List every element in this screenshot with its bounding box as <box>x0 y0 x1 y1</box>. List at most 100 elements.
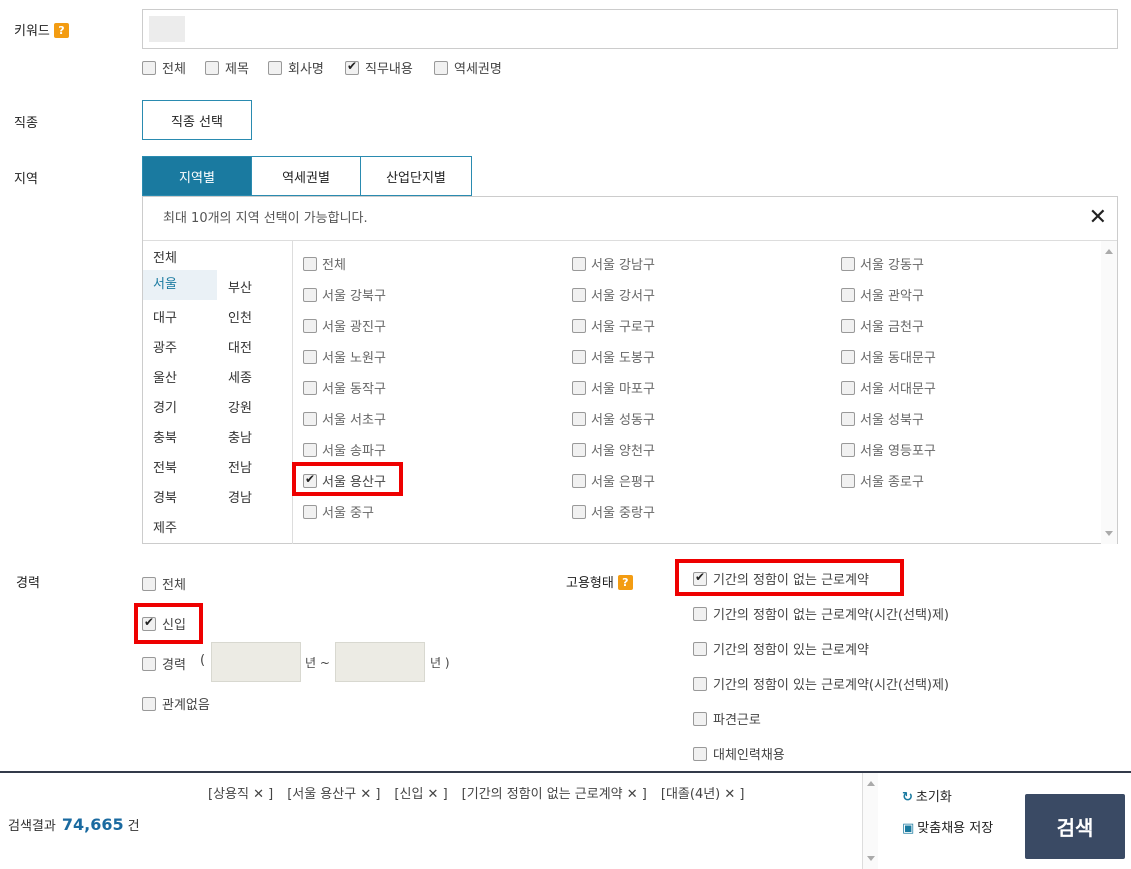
district-option[interactable]: 서울 은평구 <box>572 471 655 490</box>
scroll-down-icon[interactable] <box>867 856 875 861</box>
keyword-option[interactable]: 전체 <box>142 58 186 77</box>
checkbox[interactable] <box>841 318 855 333</box>
province-item[interactable]: 울산 <box>143 367 177 386</box>
checkbox[interactable] <box>303 504 317 519</box>
checkbox[interactable] <box>841 287 855 302</box>
scroll-down-icon[interactable] <box>1105 531 1113 536</box>
province-item[interactable]: 경북 <box>143 487 177 506</box>
close-icon[interactable]: ✕ <box>1089 205 1107 230</box>
career-option[interactable]: 전체 <box>142 574 186 593</box>
employment-option[interactable]: 대체인력채용 <box>693 744 785 763</box>
checkbox[interactable] <box>572 287 586 302</box>
tab-industrial[interactable]: 산업단지별 <box>360 156 472 196</box>
checkbox[interactable] <box>572 349 586 364</box>
district-option[interactable]: 서울 서초구 <box>303 409 386 428</box>
selected-tag[interactable]: [신입 ✕ ] <box>394 787 447 802</box>
employment-option[interactable]: 기간의 정함이 있는 근로계약(시간(선택)제) <box>693 674 949 693</box>
checkbox[interactable] <box>303 318 317 333</box>
district-option[interactable]: 서울 서대문구 <box>841 378 936 397</box>
help-icon[interactable]: ? <box>617 575 633 590</box>
career-to-input[interactable] <box>335 642 425 682</box>
selected-tag[interactable]: [기간의 정함이 없는 근로계약 ✕ ] <box>462 787 647 802</box>
province-item[interactable]: 대구 <box>143 307 177 326</box>
checkbox[interactable] <box>142 656 156 671</box>
province-item[interactable]: 강원 <box>218 397 252 416</box>
checkbox[interactable] <box>693 711 707 726</box>
province-item[interactable]: 전남 <box>218 457 252 476</box>
district-option[interactable]: 서울 강남구 <box>572 254 655 273</box>
district-option[interactable]: 서울 광진구 <box>303 316 386 335</box>
checkbox[interactable] <box>572 256 586 271</box>
province-item[interactable]: 경남 <box>218 487 252 506</box>
checkbox[interactable] <box>572 380 586 395</box>
district-option[interactable]: 서울 강북구 <box>303 285 386 304</box>
district-option[interactable]: 서울 동대문구 <box>841 347 936 366</box>
keyword-option[interactable]: 역세권명 <box>434 58 502 77</box>
district-option[interactable]: 서울 관악구 <box>841 285 924 304</box>
district-option[interactable]: 서울 구로구 <box>572 316 655 335</box>
district-option[interactable]: 서울 노원구 <box>303 347 386 366</box>
checkbox[interactable] <box>841 442 855 457</box>
district-option[interactable]: 서울 양천구 <box>572 440 655 459</box>
selected-tag[interactable]: [서울 용산구 ✕ ] <box>287 787 380 802</box>
province-item[interactable]: 서울 <box>143 270 217 300</box>
district-scrollbar[interactable] <box>1101 241 1117 544</box>
checkbox[interactable] <box>142 576 156 591</box>
tab-station[interactable]: 역세권별 <box>251 156 361 196</box>
district-option[interactable]: 서울 마포구 <box>572 378 655 397</box>
tab-region[interactable]: 지역별 <box>142 156 252 196</box>
checkbox[interactable] <box>572 318 586 333</box>
province-item[interactable]: 광주 <box>143 337 177 356</box>
checkbox[interactable] <box>268 60 282 75</box>
district-option[interactable]: 서울 강서구 <box>572 285 655 304</box>
reset-button[interactable]: ↻ 초기화 <box>902 786 952 805</box>
district-option[interactable]: 서울 송파구 <box>303 440 386 459</box>
checkbox[interactable] <box>303 380 317 395</box>
employment-option[interactable]: 파견근로 <box>693 709 761 728</box>
checkbox[interactable] <box>345 59 359 75</box>
scroll-up-icon[interactable] <box>1105 249 1113 254</box>
checkbox[interactable] <box>142 60 156 75</box>
district-option[interactable]: 서울 도봉구 <box>572 347 655 366</box>
checkbox[interactable] <box>572 473 586 488</box>
checkbox[interactable] <box>693 676 707 691</box>
career-option[interactable]: 관계없음 <box>142 694 210 713</box>
help-icon[interactable]: ? <box>53 23 69 38</box>
checkbox[interactable] <box>693 746 707 761</box>
district-option[interactable]: 서울 강동구 <box>841 254 924 273</box>
checkbox[interactable] <box>841 411 855 426</box>
district-option[interactable]: 서울 성동구 <box>572 409 655 428</box>
district-option[interactable]: 서울 중랑구 <box>572 502 655 521</box>
keyword-option[interactable]: 제목 <box>205 58 249 77</box>
checkbox[interactable] <box>841 256 855 271</box>
checkbox[interactable] <box>572 504 586 519</box>
district-option[interactable]: 서울 금천구 <box>841 316 924 335</box>
keyword-option[interactable]: 회사명 <box>268 58 324 77</box>
district-option[interactable]: 전체 <box>303 254 346 273</box>
checkbox[interactable] <box>303 256 317 271</box>
province-item[interactable]: 경기 <box>143 397 177 416</box>
job-select-button[interactable]: 직종 선택 <box>142 100 252 140</box>
province-item[interactable]: 인천 <box>218 307 252 326</box>
selected-tag[interactable]: [대졸(4년) ✕ ] <box>661 787 745 802</box>
province-item[interactable]: 충북 <box>143 427 177 446</box>
checkbox[interactable] <box>841 380 855 395</box>
checkbox[interactable] <box>303 442 317 457</box>
checkbox[interactable] <box>841 349 855 364</box>
province-item[interactable]: 부산 <box>218 277 252 296</box>
district-option[interactable]: 서울 동작구 <box>303 378 386 397</box>
district-option[interactable]: 서울 성북구 <box>841 409 924 428</box>
checkbox[interactable] <box>693 606 707 621</box>
checkbox[interactable] <box>434 60 448 75</box>
employment-option[interactable]: 기간의 정함이 있는 근로계약 <box>693 639 869 658</box>
search-button[interactable]: 검색 <box>1025 794 1125 859</box>
tags-scrollbar[interactable] <box>862 773 878 869</box>
checkbox[interactable] <box>142 696 156 711</box>
checkbox[interactable] <box>572 411 586 426</box>
checkbox[interactable] <box>205 60 219 75</box>
employment-option[interactable]: 기간의 정함이 없는 근로계약(시간(선택)제) <box>693 604 949 623</box>
province-item[interactable]: 전체 <box>143 247 177 266</box>
province-item[interactable]: 충남 <box>218 427 252 446</box>
checkbox[interactable] <box>572 442 586 457</box>
selected-tag[interactable]: [상용직 ✕ ] <box>208 787 273 802</box>
